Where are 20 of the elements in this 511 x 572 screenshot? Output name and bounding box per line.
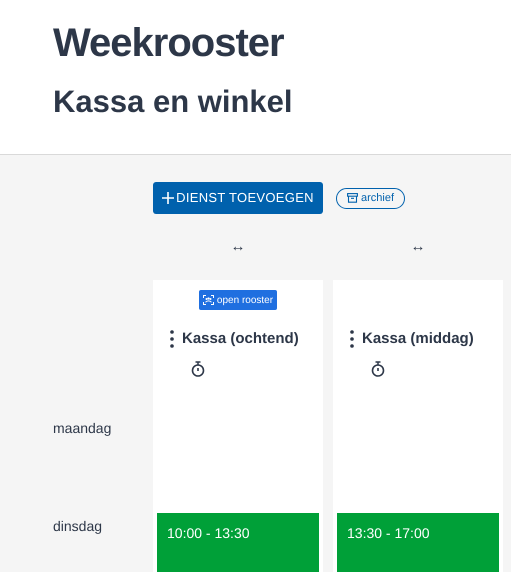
page-subtitle: Kassa en winkel (53, 83, 293, 121)
add-shift-button[interactable]: DIENST TOEVOEGEN (153, 182, 323, 214)
shift-block[interactable]: 13:30 - 17:00 (337, 513, 499, 572)
group-scan-icon (202, 295, 214, 305)
stopwatch-icon[interactable] (191, 360, 205, 376)
stopwatch-icon[interactable] (371, 360, 385, 376)
more-menu-icon[interactable] (170, 330, 174, 348)
more-menu-icon[interactable] (350, 330, 354, 348)
resize-handle[interactable]: ↔ (230, 238, 246, 256)
resize-handle[interactable]: ↔ (410, 238, 426, 256)
archive-button[interactable]: archief (336, 188, 406, 208)
shift-block[interactable]: 10:00 - 13:30 (157, 513, 319, 572)
plus-icon (162, 192, 174, 204)
archive-box-icon (347, 193, 358, 203)
open-roster-badge[interactable]: open rooster (198, 290, 278, 310)
column-title: Kassa (ochtend) (182, 329, 299, 349)
column-title: Kassa (middag) (362, 329, 474, 349)
day-label: dinsdag (53, 517, 102, 536)
page-title: Weekrooster (53, 20, 284, 67)
day-label: maandag (53, 419, 112, 438)
